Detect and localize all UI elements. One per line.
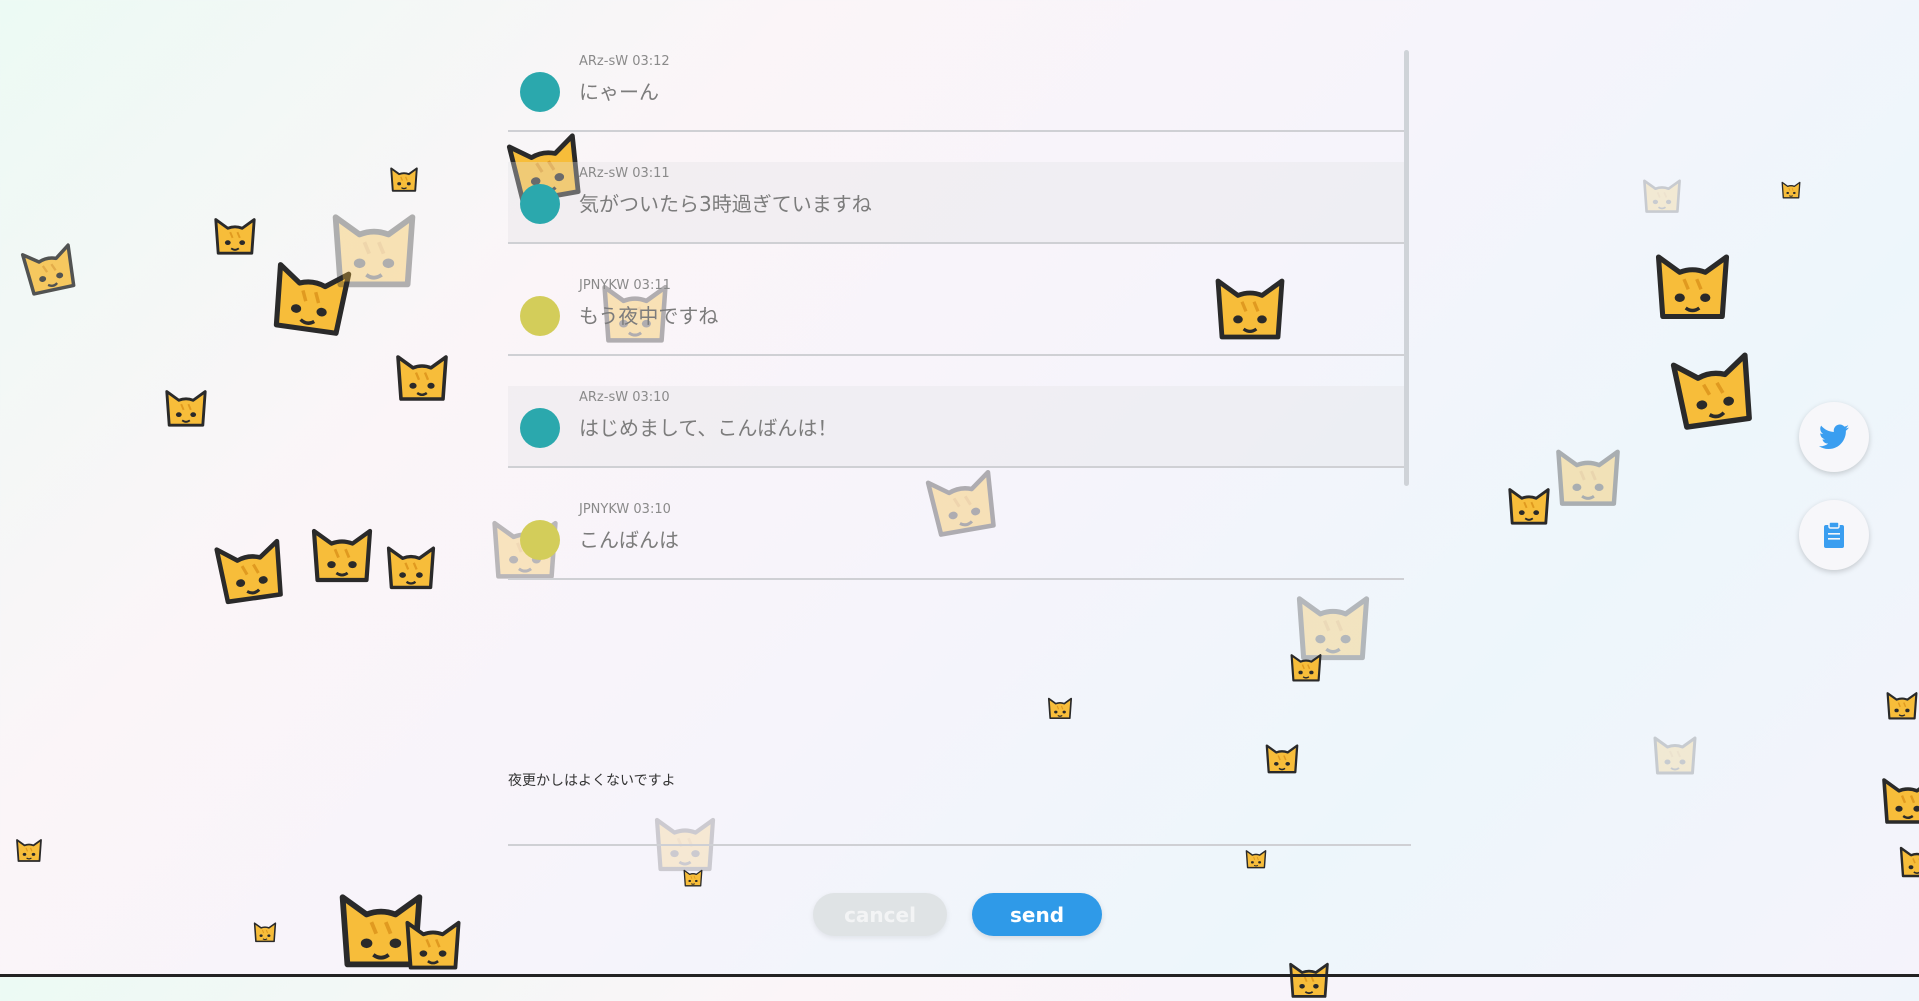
message-input-area xyxy=(508,770,1411,846)
user-avatar xyxy=(520,520,560,560)
cat-emoji xyxy=(1650,728,1700,778)
cat-emoji xyxy=(392,345,452,405)
message-text: 気がついたら3時過ぎていますね xyxy=(579,192,872,216)
send-button[interactable]: send xyxy=(972,893,1102,936)
cat-emoji xyxy=(1650,240,1735,325)
cat-emoji xyxy=(14,834,44,864)
cat-emoji xyxy=(326,198,422,294)
cat-emoji xyxy=(1878,768,1919,828)
message-time: 03:10 xyxy=(632,390,670,405)
cat-emoji xyxy=(15,233,84,302)
user-avatar xyxy=(520,296,560,336)
message-meta: JPNYKW 03:11 xyxy=(579,278,671,293)
cat-emoji xyxy=(1244,846,1268,870)
message-user: JPNYKW xyxy=(579,278,630,293)
cat-emoji xyxy=(1288,648,1324,684)
user-avatar xyxy=(520,408,560,448)
chat-scrollbar[interactable] xyxy=(1404,50,1409,486)
message-meta: ARz-sW 03:10 xyxy=(579,390,670,405)
cat-emoji xyxy=(1640,172,1684,216)
message-time: 03:11 xyxy=(632,166,670,181)
cat-emoji xyxy=(383,537,439,593)
cat-emoji xyxy=(1897,840,1919,880)
message-text: にゃーん xyxy=(579,80,659,104)
message-text: こんばんは xyxy=(579,528,679,552)
clipboard-icon xyxy=(1824,521,1844,548)
message-user: JPNYKW xyxy=(579,502,630,517)
message-meta: ARz-sW 03:12 xyxy=(579,54,670,69)
cancel-button[interactable]: cancel xyxy=(813,893,947,936)
cat-emoji xyxy=(1505,480,1553,528)
twitter-icon xyxy=(1819,424,1849,449)
message-time: 03:10 xyxy=(633,502,671,517)
cat-emoji xyxy=(1046,693,1074,721)
message-user: ARz-sW xyxy=(579,54,629,69)
message-text: はじめまして、こんばんは！ xyxy=(579,416,838,440)
cat-emoji xyxy=(252,918,278,944)
cat-emoji xyxy=(1286,955,1332,1001)
message-time: 03:12 xyxy=(632,54,670,69)
twitter-share-button[interactable] xyxy=(1799,402,1869,472)
cat-emoji xyxy=(1551,437,1625,511)
cat-emoji xyxy=(1780,178,1802,200)
chat-message: JPNYKW 03:10 こんばんは xyxy=(508,498,1404,580)
chat-message: ARz-sW 03:11 気がついたら3時過ぎていますね xyxy=(508,162,1404,244)
cat-emoji xyxy=(388,162,420,194)
cat-emoji xyxy=(1662,336,1764,438)
message-text: もう夜中ですね xyxy=(579,304,719,328)
message-user: ARz-sW xyxy=(579,390,629,405)
message-time: 03:11 xyxy=(633,278,671,293)
chat-message: ARz-sW 03:12 にゃーん xyxy=(508,50,1404,132)
cat-emoji xyxy=(1884,686,1919,722)
cat-emoji xyxy=(401,910,465,974)
message-meta: JPNYKW 03:10 xyxy=(579,502,671,517)
chat-message: JPNYKW 03:11 もう夜中ですね xyxy=(508,274,1404,356)
cat-emoji xyxy=(162,382,210,430)
user-avatar xyxy=(520,72,560,112)
message-input[interactable] xyxy=(508,770,1411,830)
message-user: ARz-sW xyxy=(579,166,629,181)
user-avatar xyxy=(520,184,560,224)
clipboard-button[interactable] xyxy=(1799,500,1869,570)
chat-log[interactable]: ARz-sW 03:12 にゃーん ARz-sW 03:11 気がついたら3時過… xyxy=(508,50,1404,610)
cat-emoji xyxy=(207,525,293,611)
cat-emoji xyxy=(307,517,377,587)
message-meta: ARz-sW 03:11 xyxy=(579,166,670,181)
chat-message: ARz-sW 03:10 はじめまして、こんばんは！ xyxy=(508,386,1404,468)
cat-emoji xyxy=(211,210,259,258)
